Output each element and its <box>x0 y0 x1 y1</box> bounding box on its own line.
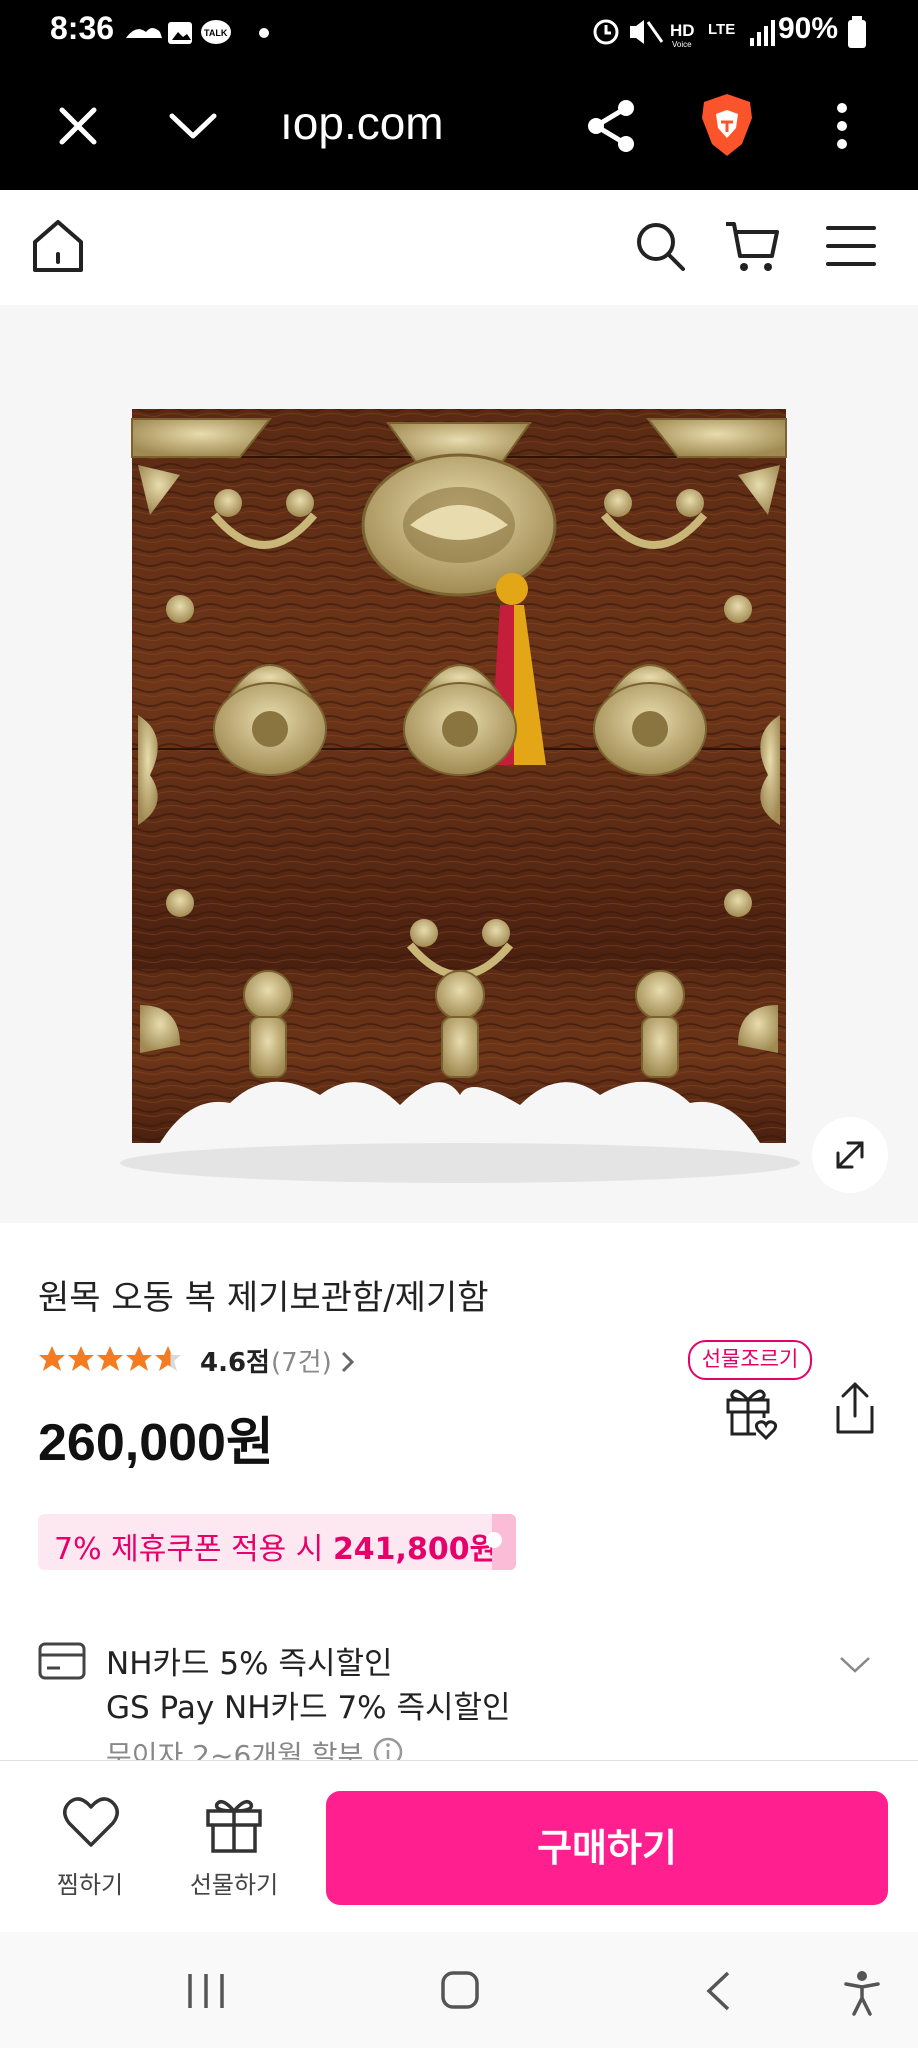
gift-icon <box>206 1799 262 1853</box>
share-icon[interactable] <box>586 98 638 154</box>
benefit-gspay-card: GS Pay NH카드 7% 즉시할인 <box>106 1690 511 1726</box>
notification-icons: TALK <box>126 20 269 44</box>
share-product-icon[interactable] <box>830 1380 880 1438</box>
product-price: 260,000원 <box>38 1414 274 1472</box>
address-bar-url[interactable]: ıop.com <box>280 96 444 150</box>
heart-icon <box>63 1797 119 1847</box>
product-title: 원목 오동 복 제기보관함/제기함 <box>38 1278 489 1318</box>
rating-row[interactable]: 4.6점 (7건) <box>38 1340 358 1384</box>
rating-stars <box>39 1346 181 1371</box>
svg-text:TALK: TALK <box>204 28 228 38</box>
accessibility-icon[interactable] <box>842 1970 882 2016</box>
coupon-prefix: 7% 제휴쿠폰 적용 시 <box>54 1532 333 1567</box>
cart-icon[interactable] <box>724 220 780 274</box>
wishlist-button[interactable]: 찜하기 <box>30 1795 150 1905</box>
buy-button[interactable]: 구매하기 <box>326 1791 888 1905</box>
benefit-nh-card: NH카드 5% 즉시할인 <box>106 1646 393 1682</box>
search-icon[interactable] <box>634 220 686 272</box>
product-image[interactable] <box>0 305 918 1223</box>
credit-card-icon <box>38 1642 86 1680</box>
coupon-price: 241,800원 <box>332 1532 498 1567</box>
coupon-ticket-edge <box>486 1514 516 1570</box>
chevron-down-icon[interactable] <box>168 110 218 142</box>
site-header <box>0 190 918 305</box>
status-time: 8:36 <box>50 10 115 46</box>
bottom-action-bar: 찜하기 선물하기 구매하기 <box>0 1760 918 1933</box>
gift-label: 선물하기 <box>189 1871 279 1899</box>
review-count: (7건) <box>271 1348 332 1378</box>
system-status-icons: HD Voice LTE <box>593 19 775 49</box>
battery-icon <box>848 16 866 48</box>
recent-apps-icon[interactable] <box>186 1972 226 2010</box>
expand-image-button[interactable] <box>812 1117 888 1193</box>
battery-level: 90% <box>777 12 838 45</box>
rating-value: 4.6점 <box>200 1348 270 1378</box>
expand-icon <box>836 1141 864 1169</box>
voice-indicator: HD <box>670 21 695 40</box>
back-icon[interactable] <box>704 1970 732 2012</box>
status-bar: 8:36 TALK HD Voice LTE 90% <box>0 0 918 62</box>
svg-text:Voice: Voice <box>672 40 692 49</box>
home-button-icon[interactable] <box>440 1970 480 2010</box>
more-options-icon[interactable] <box>832 100 852 156</box>
home-icon[interactable] <box>30 218 86 274</box>
browser-toolbar: ıop.com <box>0 62 918 190</box>
close-tab-icon[interactable] <box>56 104 100 148</box>
gift-request-badge[interactable]: 선물조르기 <box>688 1340 812 1380</box>
expand-benefits-chevron-icon[interactable] <box>838 1654 872 1676</box>
chevron-right-icon <box>341 1351 355 1373</box>
gift-button[interactable]: 선물하기 <box>174 1795 294 1905</box>
coupon-text: 7% 제휴쿠폰 적용 시 241,800원 <box>54 1524 497 1568</box>
wishlist-label: 찜하기 <box>56 1871 124 1899</box>
menu-icon[interactable] <box>826 224 876 268</box>
gift-heart-icon[interactable] <box>722 1382 780 1440</box>
coupon-notch <box>486 1532 502 1548</box>
brave-shield-icon[interactable] <box>698 92 756 158</box>
svg-text:LTE: LTE <box>708 21 735 38</box>
product-photo-chest <box>120 409 800 1183</box>
system-navigation-bar <box>0 1932 918 2048</box>
coupon-banner[interactable]: 7% 제휴쿠폰 적용 시 241,800원 <box>38 1514 516 1570</box>
